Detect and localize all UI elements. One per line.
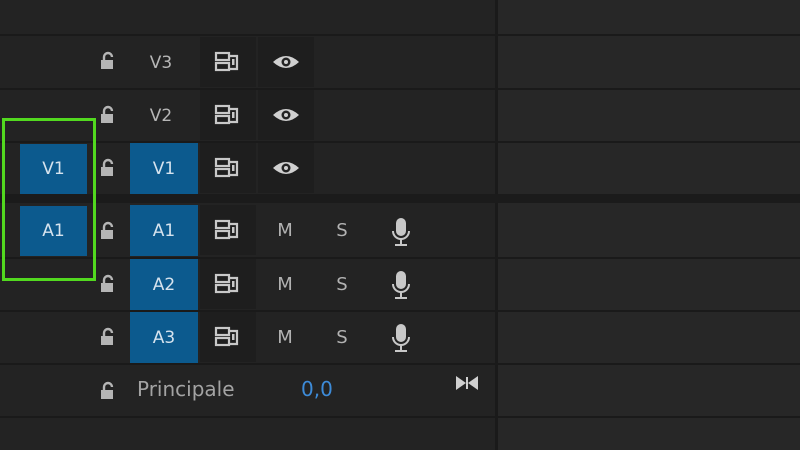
a3-lock-icon[interactable] bbox=[97, 326, 119, 348]
a2-mute-button[interactable]: M bbox=[270, 259, 300, 309]
track-label-a3[interactable]: A3 bbox=[130, 312, 198, 363]
timeline-area[interactable] bbox=[498, 0, 800, 450]
row-divider bbox=[0, 310, 800, 312]
a3-sync-lock-icon[interactable] bbox=[200, 312, 256, 362]
v2-sync-lock-icon[interactable] bbox=[200, 90, 256, 140]
v1-lock-icon[interactable] bbox=[97, 157, 119, 179]
panel-divider[interactable] bbox=[495, 0, 498, 450]
video-audio-divider bbox=[0, 194, 800, 203]
a3-solo-button[interactable]: S bbox=[327, 312, 357, 362]
track-label-v1[interactable]: V1 bbox=[130, 143, 198, 194]
track-label-a2[interactable]: A2 bbox=[130, 259, 198, 310]
row-divider bbox=[0, 141, 800, 143]
a2-sync-lock-icon[interactable] bbox=[200, 259, 256, 309]
v1-sync-lock-icon[interactable] bbox=[200, 143, 256, 193]
master-track-label: Principale bbox=[137, 377, 235, 401]
v2-eye-icon[interactable] bbox=[258, 90, 314, 140]
a3-microphone-icon[interactable] bbox=[386, 321, 416, 355]
source-patch-v1[interactable]: V1 bbox=[20, 144, 87, 194]
a2-lock-icon[interactable] bbox=[97, 273, 119, 295]
track-label-v2[interactable]: V2 bbox=[127, 90, 195, 141]
v1-eye-icon[interactable] bbox=[258, 143, 314, 193]
track-label-a1[interactable]: A1 bbox=[130, 205, 198, 256]
master-volume-value[interactable]: 0,0 bbox=[301, 377, 333, 401]
v3-eye-icon[interactable] bbox=[258, 37, 314, 87]
track-label-v3[interactable]: V3 bbox=[127, 37, 195, 88]
a1-lock-icon[interactable] bbox=[97, 220, 119, 242]
a1-solo-button[interactable]: S bbox=[327, 205, 357, 255]
a2-microphone-icon[interactable] bbox=[386, 268, 416, 302]
v3-sync-lock-icon[interactable] bbox=[200, 37, 256, 87]
row-divider bbox=[0, 34, 800, 36]
a1-microphone-icon[interactable] bbox=[386, 215, 416, 249]
row-divider bbox=[0, 363, 800, 365]
bowtie-collapse-icon[interactable] bbox=[453, 372, 481, 394]
source-patch-a1[interactable]: A1 bbox=[20, 206, 87, 256]
v2-lock-icon[interactable] bbox=[97, 104, 119, 126]
a3-mute-button[interactable]: M bbox=[270, 312, 300, 362]
a2-solo-button[interactable]: S bbox=[327, 259, 357, 309]
row-divider bbox=[0, 257, 800, 259]
v3-lock-icon[interactable] bbox=[97, 50, 119, 72]
row-divider bbox=[0, 88, 800, 90]
a1-mute-button[interactable]: M bbox=[270, 205, 300, 255]
row-divider bbox=[0, 416, 800, 418]
a1-sync-lock-icon[interactable] bbox=[200, 205, 256, 255]
master-lock-icon[interactable] bbox=[97, 380, 119, 402]
